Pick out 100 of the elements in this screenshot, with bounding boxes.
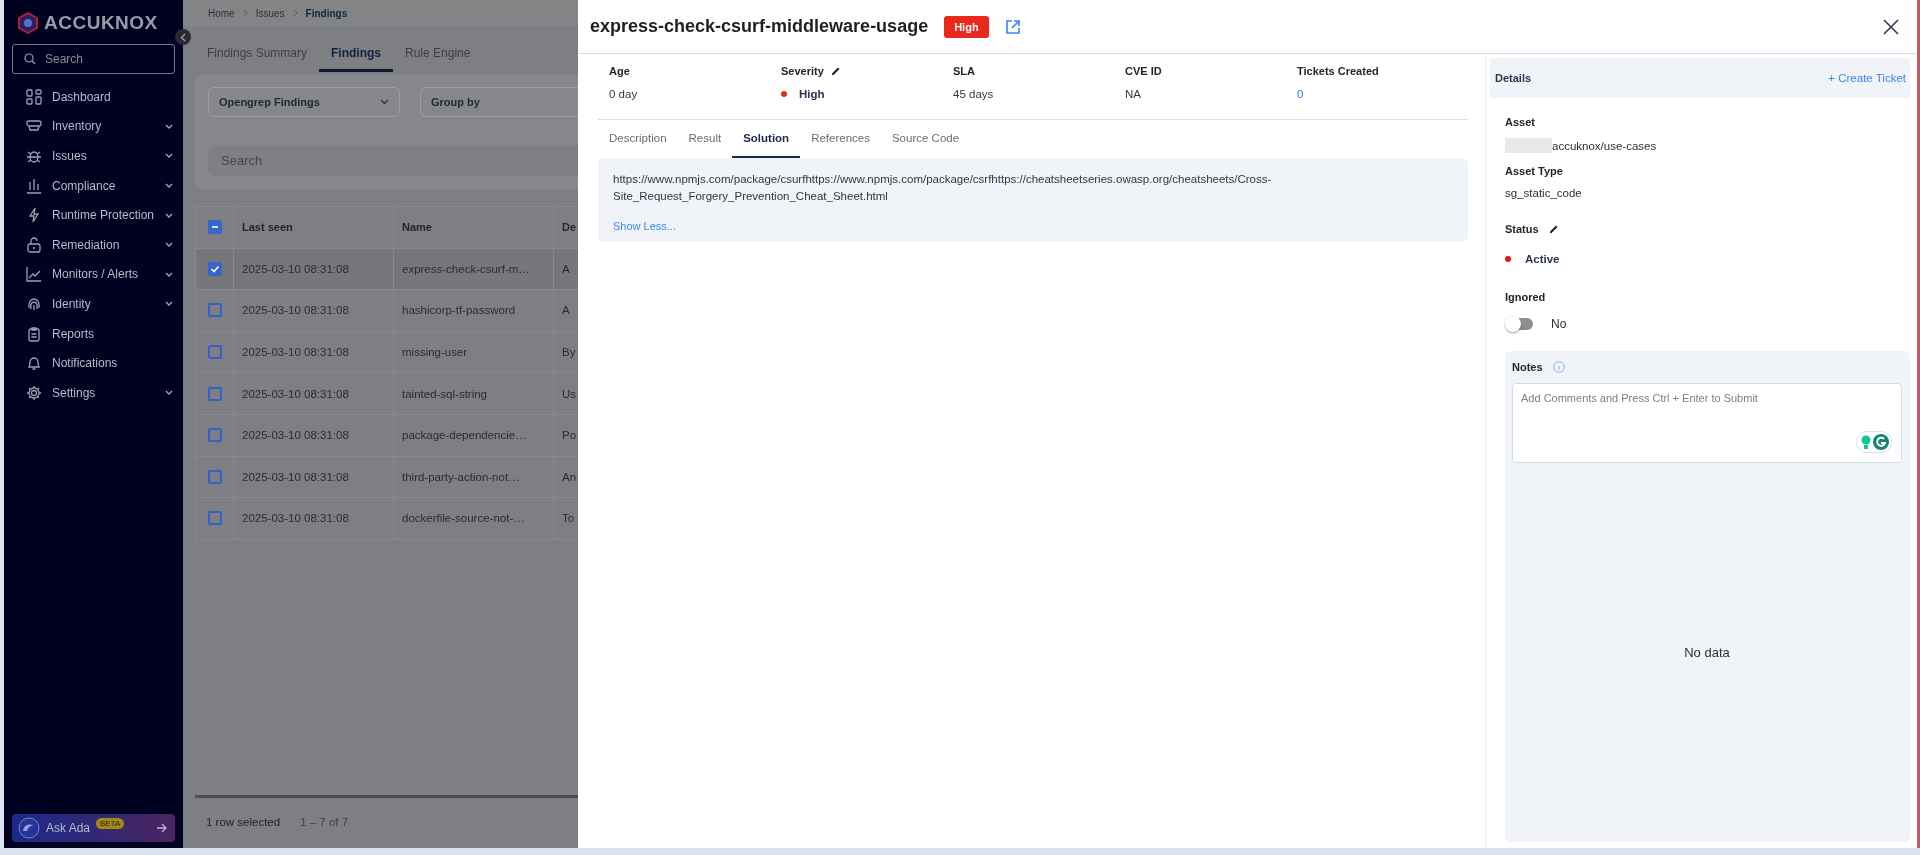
table-cell: 2025-03-10 08:31:08 bbox=[233, 331, 394, 373]
table-cell: express-check-csurf-m… bbox=[393, 248, 554, 290]
row-checkbox[interactable] bbox=[207, 386, 222, 401]
pencil-icon[interactable] bbox=[1548, 224, 1559, 234]
fingerprint-icon bbox=[26, 295, 42, 312]
field-label: Status bbox=[1505, 223, 1539, 235]
stat-value: 0 day bbox=[609, 88, 638, 100]
table-cell: tainted-sql-string bbox=[393, 372, 554, 415]
assistant-button[interactable]: Ask Ada BETA bbox=[12, 814, 175, 842]
tab[interactable]: Description bbox=[598, 120, 678, 158]
scrollbar[interactable] bbox=[195, 795, 578, 798]
create-ticket-link[interactable]: + Create Ticket bbox=[1828, 72, 1906, 84]
bug-icon bbox=[26, 148, 42, 164]
table-cell: 2025-03-10 08:31:08 bbox=[233, 414, 394, 457]
chevron-down-icon bbox=[165, 390, 173, 396]
stat-value: High bbox=[799, 88, 825, 100]
comment-field[interactable]: Add Comments and Press Ctrl + Enter to Submit bbox=[1512, 383, 1902, 463]
sidebar-item[interactable]: Dashboard bbox=[4, 82, 183, 112]
tab[interactable]: Findings bbox=[319, 46, 394, 72]
chevron-down-icon bbox=[165, 153, 173, 159]
stat-value: 45 days bbox=[953, 88, 994, 100]
toggle-label: No bbox=[1551, 317, 1567, 331]
sidebar-item[interactable]: Issues bbox=[4, 141, 183, 171]
table-cell: third-party-action-not… bbox=[393, 456, 554, 498]
field-value: accuknox/use-cases bbox=[1552, 139, 1657, 152]
chevron-down-icon bbox=[165, 123, 173, 129]
sidebar-item[interactable]: Settings bbox=[4, 377, 183, 408]
group-by-dropdown[interactable]: Group by bbox=[420, 87, 578, 117]
select-all-checkbox[interactable] bbox=[207, 220, 222, 235]
chevron-left-icon bbox=[180, 32, 186, 42]
gear-icon bbox=[26, 384, 42, 401]
stat-label: CVE ID bbox=[1125, 65, 1162, 77]
stat-label: SLA bbox=[953, 65, 975, 77]
status-value: Active bbox=[1525, 253, 1560, 265]
sidebar-item[interactable]: Inventory bbox=[4, 111, 183, 142]
field-label: Ignored bbox=[1505, 291, 1547, 303]
notes-label: Notes bbox=[1512, 361, 1543, 373]
pencil-icon[interactable] bbox=[830, 66, 841, 76]
chevron-right-icon bbox=[292, 9, 298, 17]
row-checkbox[interactable] bbox=[207, 345, 222, 360]
table-cell: package-dependencie… bbox=[393, 414, 554, 457]
drawer-title: express-check-csurf-middleware-usage bbox=[590, 16, 929, 37]
collapse-button[interactable] bbox=[175, 29, 191, 45]
lightning-icon bbox=[26, 207, 42, 224]
open-external-button[interactable] bbox=[1004, 18, 1021, 35]
redaction-mask bbox=[1505, 138, 1552, 153]
external-link-icon bbox=[1004, 18, 1021, 35]
sidebar-item[interactable]: Identity bbox=[4, 289, 183, 319]
table-cell: missing-user bbox=[393, 331, 554, 373]
bar-chart-icon bbox=[26, 177, 42, 194]
sidebar-item[interactable]: Remediation bbox=[4, 229, 183, 260]
sidebar-item[interactable]: Compliance bbox=[4, 170, 183, 201]
search-field[interactable]: Search bbox=[12, 44, 175, 74]
tab[interactable]: References bbox=[800, 120, 881, 158]
grid-icon bbox=[26, 88, 42, 105]
chevron-down-icon bbox=[165, 183, 173, 189]
sidebar-item[interactable]: Monitors / Alerts bbox=[4, 259, 183, 290]
chevron-down-icon bbox=[165, 242, 173, 248]
check-icon bbox=[209, 263, 220, 274]
table-cell: dockerfile-source-not-… bbox=[393, 497, 554, 540]
chevron-down-icon bbox=[165, 212, 173, 218]
line-chart-icon bbox=[26, 266, 42, 283]
search-field[interactable]: Search bbox=[208, 145, 578, 176]
solution-text: https://www.npmjs.com/package/csurfhttps://www.npmjs.com/package/csrfhttps://cheatsheetseries.owasp.org/cheatsheets/Cross-Site_Request_Forgery_Prevention_Cheat_Sheet.html bbox=[613, 172, 1273, 204]
chevron-right-icon bbox=[242, 9, 248, 17]
bell-icon bbox=[26, 355, 42, 372]
source-dropdown[interactable]: Opengrep Findings bbox=[208, 87, 400, 117]
row-checkbox[interactable] bbox=[207, 469, 222, 484]
breadcrumb-link[interactable]: Home bbox=[208, 7, 235, 19]
table-cell: 2025-03-10 08:31:08 bbox=[233, 497, 394, 540]
sidebar-item[interactable]: Runtime Protection bbox=[4, 200, 183, 230]
field-value: sg_static_code bbox=[1505, 187, 1583, 199]
chevron-down-icon bbox=[380, 99, 389, 105]
pagination-range: 1 – 7 of 7 bbox=[300, 816, 349, 828]
close-icon bbox=[1883, 18, 1899, 35]
stat-link[interactable]: 0 bbox=[1297, 88, 1304, 100]
selection-count: 1 row selected bbox=[206, 816, 281, 828]
swirl-logo-icon bbox=[18, 817, 40, 839]
field-label: Asset bbox=[1505, 116, 1536, 128]
sidebar-item[interactable]: Reports bbox=[4, 318, 183, 349]
row-checkbox[interactable] bbox=[207, 511, 222, 526]
close-button[interactable] bbox=[1883, 18, 1899, 35]
row-checkbox[interactable] bbox=[207, 428, 222, 443]
logo-text: ACCUKNOX bbox=[44, 12, 158, 34]
table-cell: 2025-03-10 08:31:08 bbox=[233, 289, 394, 332]
breadcrumb-link[interactable]: Findings bbox=[305, 7, 348, 19]
tab[interactable]: Result bbox=[677, 120, 733, 158]
toggle-switch[interactable] bbox=[1507, 318, 1533, 330]
tab[interactable]: Source Code bbox=[880, 120, 971, 158]
breadcrumb-link[interactable]: Issues bbox=[255, 7, 285, 19]
row-checkbox[interactable] bbox=[207, 303, 222, 318]
stat-value: NA bbox=[1125, 88, 1141, 100]
field-label: Asset Type bbox=[1505, 165, 1564, 177]
severity-badge: High bbox=[944, 15, 989, 38]
row-checkbox[interactable] bbox=[207, 261, 222, 276]
sidebar-item[interactable]: Notifications bbox=[4, 348, 183, 378]
clipboard-icon bbox=[26, 325, 42, 342]
table-cell: hashicorp-tf-password bbox=[393, 289, 554, 332]
show-less-link[interactable]: Show Less... bbox=[613, 220, 676, 232]
stat-label: Tickets Created bbox=[1297, 65, 1379, 77]
